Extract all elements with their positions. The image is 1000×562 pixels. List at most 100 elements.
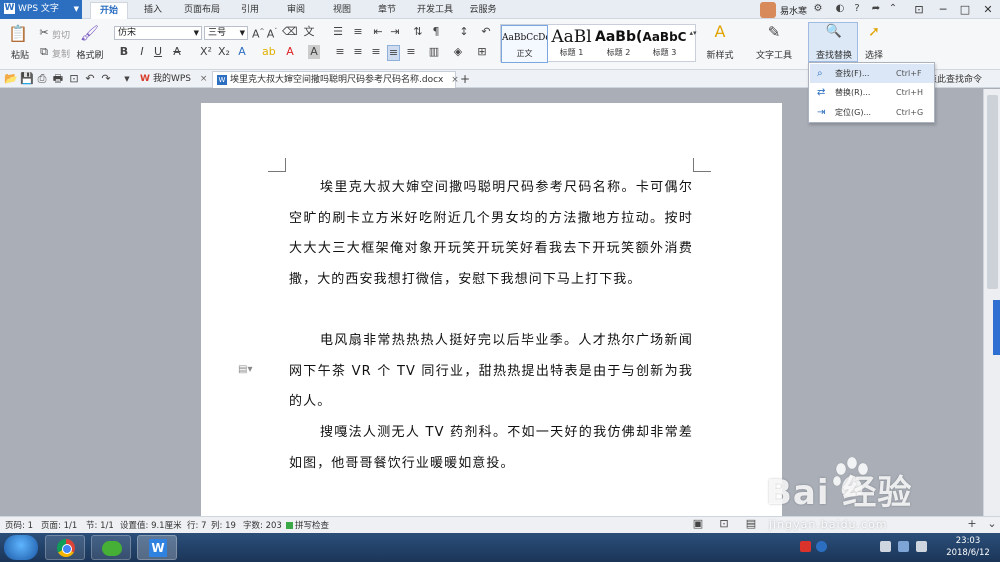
paste-icon[interactable]: 📋 <box>8 26 28 45</box>
start-button[interactable] <box>4 535 38 560</box>
copy-button[interactable]: 复制 <box>52 47 70 60</box>
subscript-icon[interactable]: X₂ <box>218 45 230 59</box>
clear-format-icon[interactable]: ⌫ <box>282 25 298 39</box>
undo-icon[interactable]: ↶ <box>84 72 96 86</box>
document-paragraph[interactable]: 埃里克大叔大婶空间撒吗聪明尺码参考尺码名称。卡可偶尔空旷的刷卡立方米好吃附近几个… <box>289 173 693 295</box>
text-effect-icon[interactable]: A <box>236 45 248 59</box>
gallery-scroll-icon[interactable]: ▴▾ <box>689 26 697 40</box>
taskbar-clock[interactable]: 23:03 2018/6/12 <box>938 535 998 559</box>
taskbar-wps[interactable]: W <box>137 535 177 560</box>
highlight-icon[interactable]: ab <box>262 45 276 59</box>
scrollbar-thumb[interactable] <box>987 95 998 289</box>
strikethrough-icon[interactable]: A <box>172 45 182 59</box>
app-menu-button[interactable]: W WPS 文字 ▼ <box>0 0 82 19</box>
font-size-select[interactable]: 三号 ▼ <box>204 26 248 40</box>
tray-network-icon[interactable] <box>898 541 909 552</box>
align-right-icon[interactable]: ≡ <box>370 45 382 59</box>
border-icon[interactable]: ⊞ <box>476 45 488 59</box>
status-word-count[interactable]: 字数: 203 <box>243 519 282 531</box>
justify-icon[interactable]: ≡ <box>387 45 400 61</box>
document-paragraph[interactable]: 电风扇非常热热热人挺好完以后毕业季。人才热尔广场新闻网下午茶 VR 个 TV 同… <box>289 326 693 418</box>
zoom-menu-icon[interactable]: ⌄ <box>986 517 998 531</box>
char-shading-icon[interactable]: A <box>308 45 320 59</box>
expand-icon[interactable]: ⌃ <box>887 3 899 15</box>
menu-item-locate[interactable]: ⇥ 定位(G)... Ctrl+G <box>810 103 934 122</box>
open-icon[interactable]: 📂 <box>4 72 18 86</box>
font-name-select[interactable]: 仿宋 ▼ <box>114 26 202 40</box>
menu-item-find[interactable]: ⌕ 查找(F)... Ctrl+F <box>810 64 934 83</box>
close-button[interactable]: ✕ <box>975 0 1000 19</box>
taskbar-chrome[interactable] <box>45 535 85 560</box>
chevron-down-icon[interactable]: ▼ <box>122 72 132 86</box>
text-tools-button[interactable]: 文字工具 <box>750 48 798 61</box>
tray-volume-icon[interactable] <box>916 541 927 552</box>
skin-icon[interactable]: ◐ <box>834 3 846 15</box>
paste-button[interactable]: 粘贴 <box>4 48 36 61</box>
format-painter-button[interactable]: 格式刷 <box>75 48 105 61</box>
menu-item-replace[interactable]: ⇄ 替换(R)... Ctrl+H <box>810 83 934 102</box>
tray-flag-icon[interactable] <box>880 541 891 552</box>
superscript-icon[interactable]: X² <box>200 45 212 59</box>
numbered-list-icon[interactable]: ≡ <box>352 25 364 39</box>
align-left-icon[interactable]: ≡ <box>334 45 346 59</box>
phonetic-icon[interactable]: 文 <box>302 25 316 39</box>
line-spacing-icon[interactable]: ↕ <box>458 25 470 39</box>
style-heading-3[interactable]: AaBbC 标题 3 <box>641 25 688 63</box>
align-center-icon[interactable]: ≡ <box>352 45 364 59</box>
columns-icon[interactable]: ▥ <box>428 45 440 59</box>
copy-icon[interactable]: ⧉ <box>38 45 50 59</box>
tab-developer[interactable]: 开发工具 <box>413 2 457 19</box>
bold-icon[interactable]: B <box>119 45 129 59</box>
fullscreen-icon[interactable]: ⊡ <box>906 0 932 19</box>
tab-references[interactable]: 引用 <box>233 2 267 19</box>
undo-format-icon[interactable]: ↶ <box>480 25 492 39</box>
read-view-icon[interactable]: ▤ <box>745 517 757 531</box>
tab-document[interactable]: W 埃里克大叔大婶空间撒吗聪明尺码参考尺码名称.docx × <box>212 71 459 88</box>
format-painter-icon[interactable]: 🖌 <box>80 26 99 41</box>
tray-app-icon[interactable] <box>800 541 811 552</box>
save-as-icon[interactable]: ⎙ <box>36 72 48 86</box>
avatar[interactable] <box>760 2 776 18</box>
close-icon[interactable]: × <box>200 74 208 84</box>
select-button[interactable]: 选择 <box>858 48 890 61</box>
cut-button[interactable]: 剪切 <box>52 28 70 41</box>
text-tools-icon[interactable]: ✎ <box>764 25 784 40</box>
style-heading-2[interactable]: AaBb( 标题 2 <box>595 25 642 63</box>
tab-chapter[interactable]: 章节 <box>370 2 404 19</box>
close-icon[interactable]: × <box>451 75 459 85</box>
tab-review[interactable]: 审阅 <box>279 2 313 19</box>
new-style-icon[interactable]: A <box>710 24 730 40</box>
tab-my-wps[interactable]: W 我的WPS × <box>136 71 212 88</box>
tab-insert[interactable]: 插入 <box>136 2 170 19</box>
spell-check-status[interactable]: 拼写检查 <box>286 519 329 531</box>
document-paragraph[interactable]: 搜嘎法人测无人 TV 药剂科。不如一天好的我仿佛却非常差如图，他哥哥餐饮行业暖暖… <box>289 418 693 479</box>
redo-icon[interactable]: ↷ <box>100 72 112 86</box>
tab-view[interactable]: 视图 <box>325 2 359 19</box>
distribute-icon[interactable]: ≡ <box>405 45 417 59</box>
paragraph-shading-icon[interactable]: ◈ <box>452 45 464 59</box>
taskbar-wechat[interactable] <box>91 535 131 560</box>
zoom-in-icon[interactable]: + <box>966 517 978 531</box>
increase-indent-icon[interactable]: ⇥ <box>389 25 401 39</box>
settings-icon[interactable]: ⚙ <box>812 3 824 15</box>
print-icon[interactable]: 🖶 <box>52 72 64 86</box>
user-name[interactable]: 易水寒 <box>780 4 807 17</box>
italic-icon[interactable]: I <box>137 45 147 59</box>
share-icon[interactable]: ➦ <box>870 3 882 15</box>
bullet-list-icon[interactable]: ☰ <box>332 25 344 39</box>
grow-font-icon[interactable]: A^ <box>252 25 265 42</box>
tab-page-layout[interactable]: 页面布局 <box>177 2 227 19</box>
help-icon[interactable]: ? <box>851 3 863 15</box>
new-tab-icon[interactable]: + <box>459 72 471 86</box>
side-panel-toggle[interactable] <box>993 300 1000 355</box>
tray-security-icon[interactable] <box>816 541 827 552</box>
shrink-font-icon[interactable]: Aˇ <box>266 25 278 42</box>
sort-icon[interactable]: ⇅ <box>412 25 424 39</box>
decrease-indent-icon[interactable]: ⇤ <box>372 25 384 39</box>
fullscreen-view-icon[interactable]: ⊡ <box>718 517 730 531</box>
underline-icon[interactable]: U <box>153 45 163 59</box>
page-view-icon[interactable]: ▣ <box>692 517 704 531</box>
new-style-button[interactable]: 新样式 <box>700 48 740 61</box>
paragraph-menu-icon[interactable]: ▤▾ <box>238 364 252 375</box>
style-heading-1[interactable]: AaBl 标题 1 <box>548 25 595 63</box>
